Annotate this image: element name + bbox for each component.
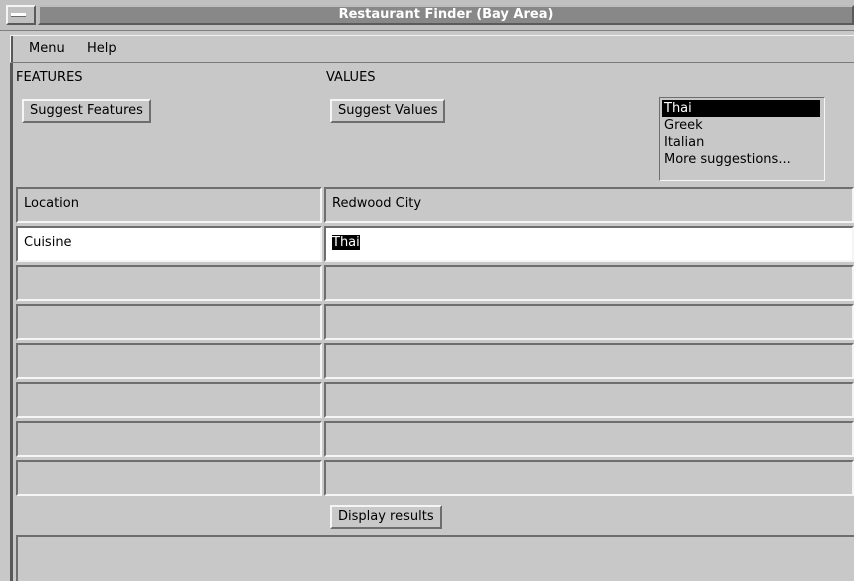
results-area (16, 535, 854, 581)
feature-field-7[interactable] (16, 421, 322, 457)
value-field-8[interactable] (324, 460, 854, 496)
value-field-4[interactable] (324, 304, 854, 340)
value-field-6[interactable] (324, 382, 854, 418)
value-field-3[interactable] (324, 265, 854, 301)
suggest-features-button[interactable]: Suggest Features (22, 99, 151, 123)
feature-field-2[interactable]: Cuisine (16, 226, 322, 262)
feature-field-5[interactable] (16, 343, 322, 379)
value-field-1[interactable]: Redwood City (324, 187, 854, 223)
suggestion-item-more[interactable]: More suggestions... (662, 151, 820, 168)
window-left-border (10, 35, 13, 581)
selected-value-text: Thai (332, 235, 360, 250)
window-title: Restaurant Finder (Bay Area) (38, 5, 854, 25)
title-bar[interactable]: Restaurant Finder (Bay Area) (0, 0, 854, 31)
feature-field-4[interactable] (16, 304, 322, 340)
value-field-7[interactable] (324, 421, 854, 457)
suggestion-item-thai[interactable]: Thai (662, 100, 820, 117)
window-menu-button[interactable] (6, 5, 36, 25)
value-field-2[interactable]: Thai (324, 226, 854, 262)
feature-field-6[interactable] (16, 382, 322, 418)
window-menu-icon (11, 13, 26, 17)
value-suggestions-list[interactable]: Thai Greek Italian More suggestions... (659, 97, 825, 181)
suggest-values-button[interactable]: Suggest Values (330, 99, 446, 123)
menu-bar: Menu Help (10, 35, 854, 63)
suggestion-item-greek[interactable]: Greek (662, 117, 820, 134)
menu-item-menu[interactable]: Menu (29, 41, 65, 56)
value-field-5[interactable] (324, 343, 854, 379)
feature-field-8[interactable] (16, 460, 322, 496)
values-header: VALUES (326, 70, 376, 85)
features-header: FEATURES (16, 70, 83, 85)
feature-field-3[interactable] (16, 265, 322, 301)
menu-item-help[interactable]: Help (87, 41, 117, 56)
suggestion-item-italian[interactable]: Italian (662, 134, 820, 151)
display-results-button[interactable]: Display results (330, 505, 442, 529)
feature-field-1[interactable]: Location (16, 187, 322, 223)
